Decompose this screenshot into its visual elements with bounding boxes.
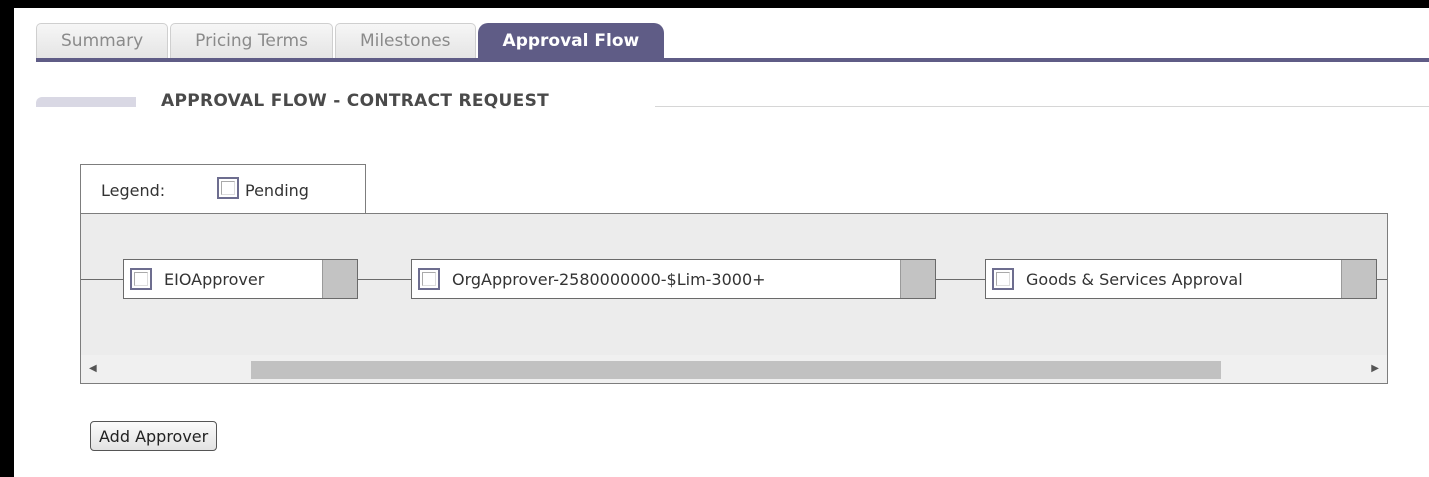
flow-connector xyxy=(358,279,411,280)
section-title: APPROVAL FLOW - CONTRACT REQUEST xyxy=(161,91,550,111)
approval-flow-panel: EIOApprover OrgApprover-2580000000-$Lim-… xyxy=(80,213,1388,384)
legend-pending-label: Pending xyxy=(245,181,309,200)
tab-approval-flow[interactable]: Approval Flow xyxy=(477,23,665,59)
pending-checkbox-icon xyxy=(217,177,239,199)
horizontal-scrollbar[interactable]: ◀ ▶ xyxy=(81,355,1387,383)
approver-label: EIOApprover xyxy=(164,270,265,289)
approver-label: Goods & Services Approval xyxy=(1026,270,1243,289)
approver-label: OrgApprover-2580000000-$Lim-3000+ xyxy=(452,270,766,289)
node-drag-handle[interactable] xyxy=(322,260,357,298)
flow-connector xyxy=(936,279,985,280)
approval-flow-page: Summary Pricing Terms Milestones Approva… xyxy=(14,8,1429,477)
scrollbar-thumb[interactable] xyxy=(251,361,1221,379)
approver-node-eio[interactable]: EIOApprover xyxy=(123,259,358,299)
node-drag-handle[interactable] xyxy=(900,260,935,298)
add-approver-button[interactable]: Add Approver xyxy=(90,421,218,451)
section-divider xyxy=(655,106,1429,107)
tab-bar: Summary Pricing Terms Milestones Approva… xyxy=(36,23,666,59)
node-drag-handle[interactable] xyxy=(1341,260,1376,298)
flow-connector xyxy=(81,279,123,280)
tab-summary[interactable]: Summary xyxy=(36,23,169,59)
pending-checkbox-icon xyxy=(418,268,440,290)
section-header-bar xyxy=(36,97,136,107)
legend-label: Legend: xyxy=(101,181,166,200)
legend-box: Legend: Pending xyxy=(80,164,366,214)
pending-checkbox-icon xyxy=(130,268,152,290)
tab-pricing-terms[interactable]: Pricing Terms xyxy=(170,23,333,59)
scroll-right-arrow-icon[interactable]: ▶ xyxy=(1371,363,1379,374)
tab-milestones[interactable]: Milestones xyxy=(334,23,476,59)
tab-underline xyxy=(36,58,1429,62)
pending-checkbox-icon xyxy=(992,268,1014,290)
flow-connector xyxy=(1377,279,1387,280)
approver-node-goods-services[interactable]: Goods & Services Approval xyxy=(985,259,1377,299)
scroll-left-arrow-icon[interactable]: ◀ xyxy=(89,363,97,374)
approver-node-org[interactable]: OrgApprover-2580000000-$Lim-3000+ xyxy=(411,259,936,299)
